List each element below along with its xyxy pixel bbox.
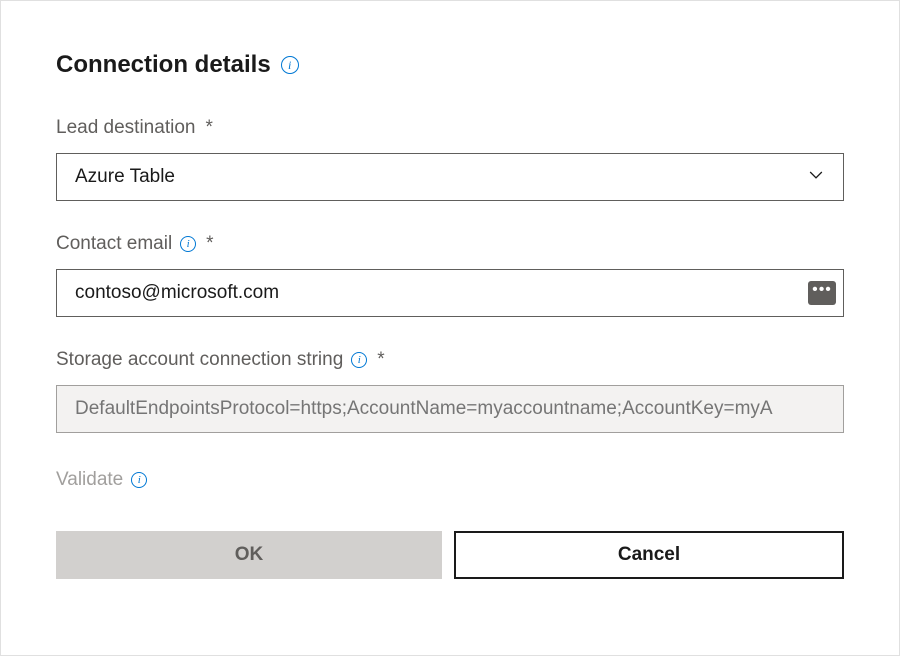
contact-email-input[interactable] <box>56 269 844 317</box>
info-icon[interactable]: i <box>131 472 147 488</box>
cancel-button[interactable]: Cancel <box>454 531 844 579</box>
contact-email-wrapper: ••• <box>56 269 844 317</box>
more-button[interactable]: ••• <box>808 281 836 305</box>
contact-email-group: Contact email i * ••• <box>56 233 844 317</box>
connection-string-input[interactable] <box>56 385 844 433</box>
connection-string-label-text: Storage account connection string <box>56 349 343 371</box>
ok-button[interactable]: OK <box>56 531 442 579</box>
connection-string-label: Storage account connection string i * <box>56 349 385 371</box>
connection-details-panel: Connection details i Lead destination * C… <box>0 0 900 656</box>
required-asterisk: * <box>377 349 384 371</box>
connection-string-wrapper <box>56 385 844 433</box>
lead-destination-select[interactable] <box>56 153 844 201</box>
connection-string-group: Storage account connection string i * <box>56 349 844 433</box>
info-icon[interactable]: i <box>281 56 299 74</box>
required-asterisk: * <box>205 117 212 139</box>
validate-link[interactable]: Validate i <box>56 469 147 491</box>
info-icon[interactable]: i <box>351 352 367 368</box>
required-asterisk: * <box>206 233 213 255</box>
heading-row: Connection details i <box>56 51 844 79</box>
contact-email-label-text: Contact email <box>56 233 172 255</box>
contact-email-label: Contact email i * <box>56 233 214 255</box>
lead-destination-label: Lead destination * <box>56 117 213 139</box>
validate-label-text: Validate <box>56 469 123 491</box>
lead-destination-select-wrapper <box>56 153 844 201</box>
lead-destination-group: Lead destination * <box>56 117 844 201</box>
ellipsis-icon: ••• <box>812 282 832 298</box>
button-row: OK Cancel <box>56 531 844 579</box>
panel-title: Connection details <box>56 51 271 79</box>
info-icon[interactable]: i <box>180 236 196 252</box>
lead-destination-label-text: Lead destination <box>56 117 195 139</box>
